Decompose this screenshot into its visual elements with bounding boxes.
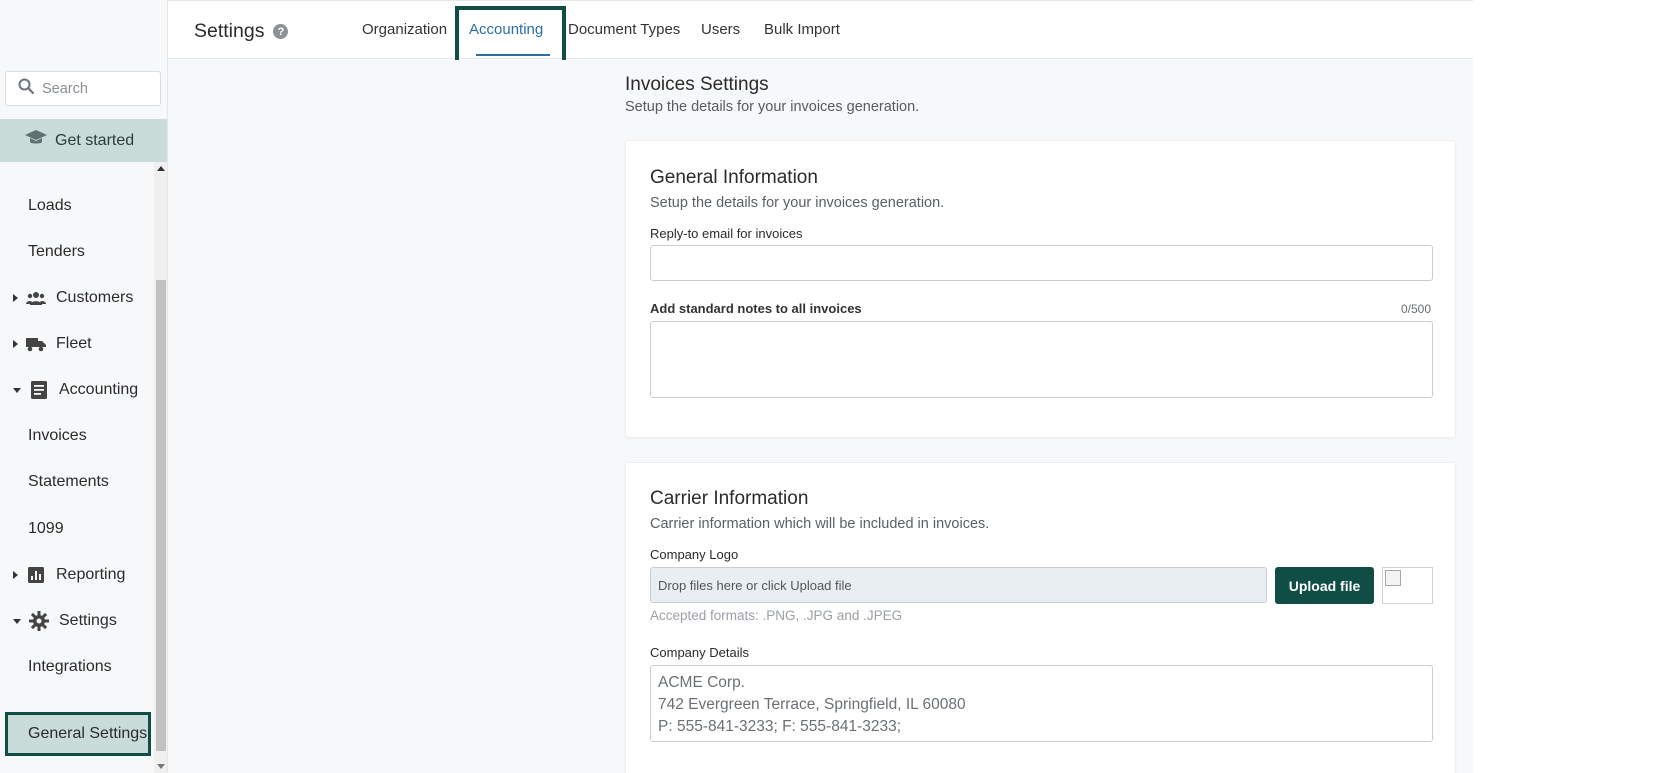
logo-preview	[1382, 567, 1433, 604]
card-title: Carrier Information	[650, 488, 809, 509]
company-details-line: P: 555-841-3233; F: 555-841-3233;	[658, 718, 902, 735]
sidebar-item-label: 1099	[28, 520, 64, 537]
sidebar-item-fleet[interactable]: Fleet	[0, 324, 154, 364]
top-bar: Settings ? Organization Accounting Docum…	[168, 0, 1473, 59]
get-started-button[interactable]: Get started	[0, 119, 167, 162]
tab-users[interactable]: Users	[701, 21, 740, 38]
scroll-down-arrow-icon[interactable]	[157, 764, 165, 769]
standard-notes-textarea[interactable]	[650, 321, 1433, 398]
chevron-down-icon[interactable]	[13, 618, 21, 624]
section-title: Invoices Settings	[625, 74, 769, 95]
sidebar-item-loads[interactable]: Loads	[0, 186, 154, 226]
chevron-down-icon[interactable]	[13, 387, 21, 393]
tab-organization[interactable]: Organization	[362, 21, 447, 38]
sidebar-item-tenders[interactable]: Tenders	[0, 232, 154, 272]
upload-file-button[interactable]: Upload file	[1275, 567, 1374, 604]
card-subtitle: Carrier information which will be includ…	[650, 516, 990, 532]
tab-bulk-import[interactable]: Bulk Import	[764, 21, 840, 38]
document-list-icon	[29, 380, 49, 400]
sidebar-item-label: Settings	[59, 612, 117, 629]
get-started-label: Get started	[55, 131, 135, 149]
sidebar-item-general-settings[interactable]: General Settings	[5, 712, 151, 756]
chevron-right-icon[interactable]	[13, 571, 18, 579]
blank-area	[1473, 0, 1665, 773]
tab-document-types[interactable]: Document Types	[568, 21, 680, 38]
card-subtitle: Setup the details for your invoices gene…	[650, 195, 945, 211]
sidebar-item-accounting[interactable]: Accounting	[0, 370, 154, 410]
accepted-formats-hint: Accepted formats: .PNG, .JPG and .JPEG	[650, 608, 903, 623]
section-subtitle: Setup the details for your invoices gene…	[625, 99, 920, 115]
company-details-label: Company Details	[650, 645, 749, 660]
help-icon[interactable]: ?	[273, 24, 289, 39]
company-details-textarea[interactable]: ACME Corp. 742 Evergreen Terrace, Spring…	[650, 665, 1433, 742]
sidebar-scrollbar[interactable]	[154, 162, 167, 773]
sidebar-item-integrations[interactable]: Integrations	[0, 647, 154, 687]
sidebar-item-label: Integrations	[28, 658, 112, 675]
sidebar-item-label: Tenders	[28, 243, 85, 260]
sidebar: Get started Loads Tenders Customers Flee…	[0, 0, 168, 773]
scrollbar-thumb[interactable]	[156, 280, 166, 751]
sidebar-item-reporting[interactable]: Reporting	[0, 555, 154, 595]
page-title: Settings ?	[194, 20, 289, 43]
company-details-line: ACME Corp.	[658, 674, 745, 691]
sidebar-item-statements[interactable]: Statements	[0, 462, 154, 502]
sidebar-item-1099[interactable]: 1099	[0, 509, 154, 549]
sidebar-item-invoices[interactable]: Invoices	[0, 416, 154, 456]
sidebar-item-label: Accounting	[59, 381, 139, 398]
search-input[interactable]	[42, 80, 152, 97]
truck-icon	[26, 334, 46, 354]
sidebar-search[interactable]	[5, 71, 161, 106]
company-details-line: 742 Evergreen Terrace, Springfield, IL 6…	[658, 696, 966, 713]
sidebar-item-label: Fleet	[56, 335, 92, 352]
card-title: General Information	[650, 167, 818, 188]
logo-dropzone[interactable]: Drop files here or click Upload file	[650, 567, 1267, 603]
chevron-right-icon[interactable]	[13, 294, 18, 302]
carrier-information-card: Carrier Information Carrier information …	[625, 462, 1456, 773]
sidebar-item-label: Statements	[28, 473, 109, 490]
sidebar-item-customers[interactable]: Customers	[0, 278, 154, 318]
sidebar-item-settings[interactable]: Settings	[0, 601, 154, 641]
gear-icon	[29, 611, 49, 631]
sidebar-item-label: General Settings	[28, 725, 148, 742]
page-title-text: Settings	[194, 20, 265, 42]
people-icon	[26, 288, 46, 308]
graduation-cap-icon	[25, 130, 47, 151]
sidebar-item-label: Loads	[28, 197, 72, 214]
reply-email-input[interactable]	[650, 245, 1433, 281]
search-icon	[18, 78, 35, 99]
sidebar-item-label: Reporting	[56, 566, 126, 583]
broken-image-icon	[1385, 570, 1401, 586]
scroll-up-arrow-icon[interactable]	[157, 166, 165, 171]
company-logo-label: Company Logo	[650, 547, 739, 562]
standard-notes-label: Add standard notes to all invoices	[650, 301, 862, 316]
chevron-right-icon[interactable]	[13, 340, 18, 348]
reply-email-label: Reply-to email for invoices	[650, 226, 803, 241]
bar-chart-icon	[26, 565, 46, 585]
general-information-card: General Information Setup the details fo…	[625, 140, 1456, 438]
app-window: Get started Loads Tenders Customers Flee…	[0, 0, 1665, 773]
notes-char-counter: 0/500	[1400, 302, 1431, 316]
sidebar-item-label: Customers	[56, 289, 134, 306]
sidebar-item-label: Invoices	[28, 427, 87, 444]
